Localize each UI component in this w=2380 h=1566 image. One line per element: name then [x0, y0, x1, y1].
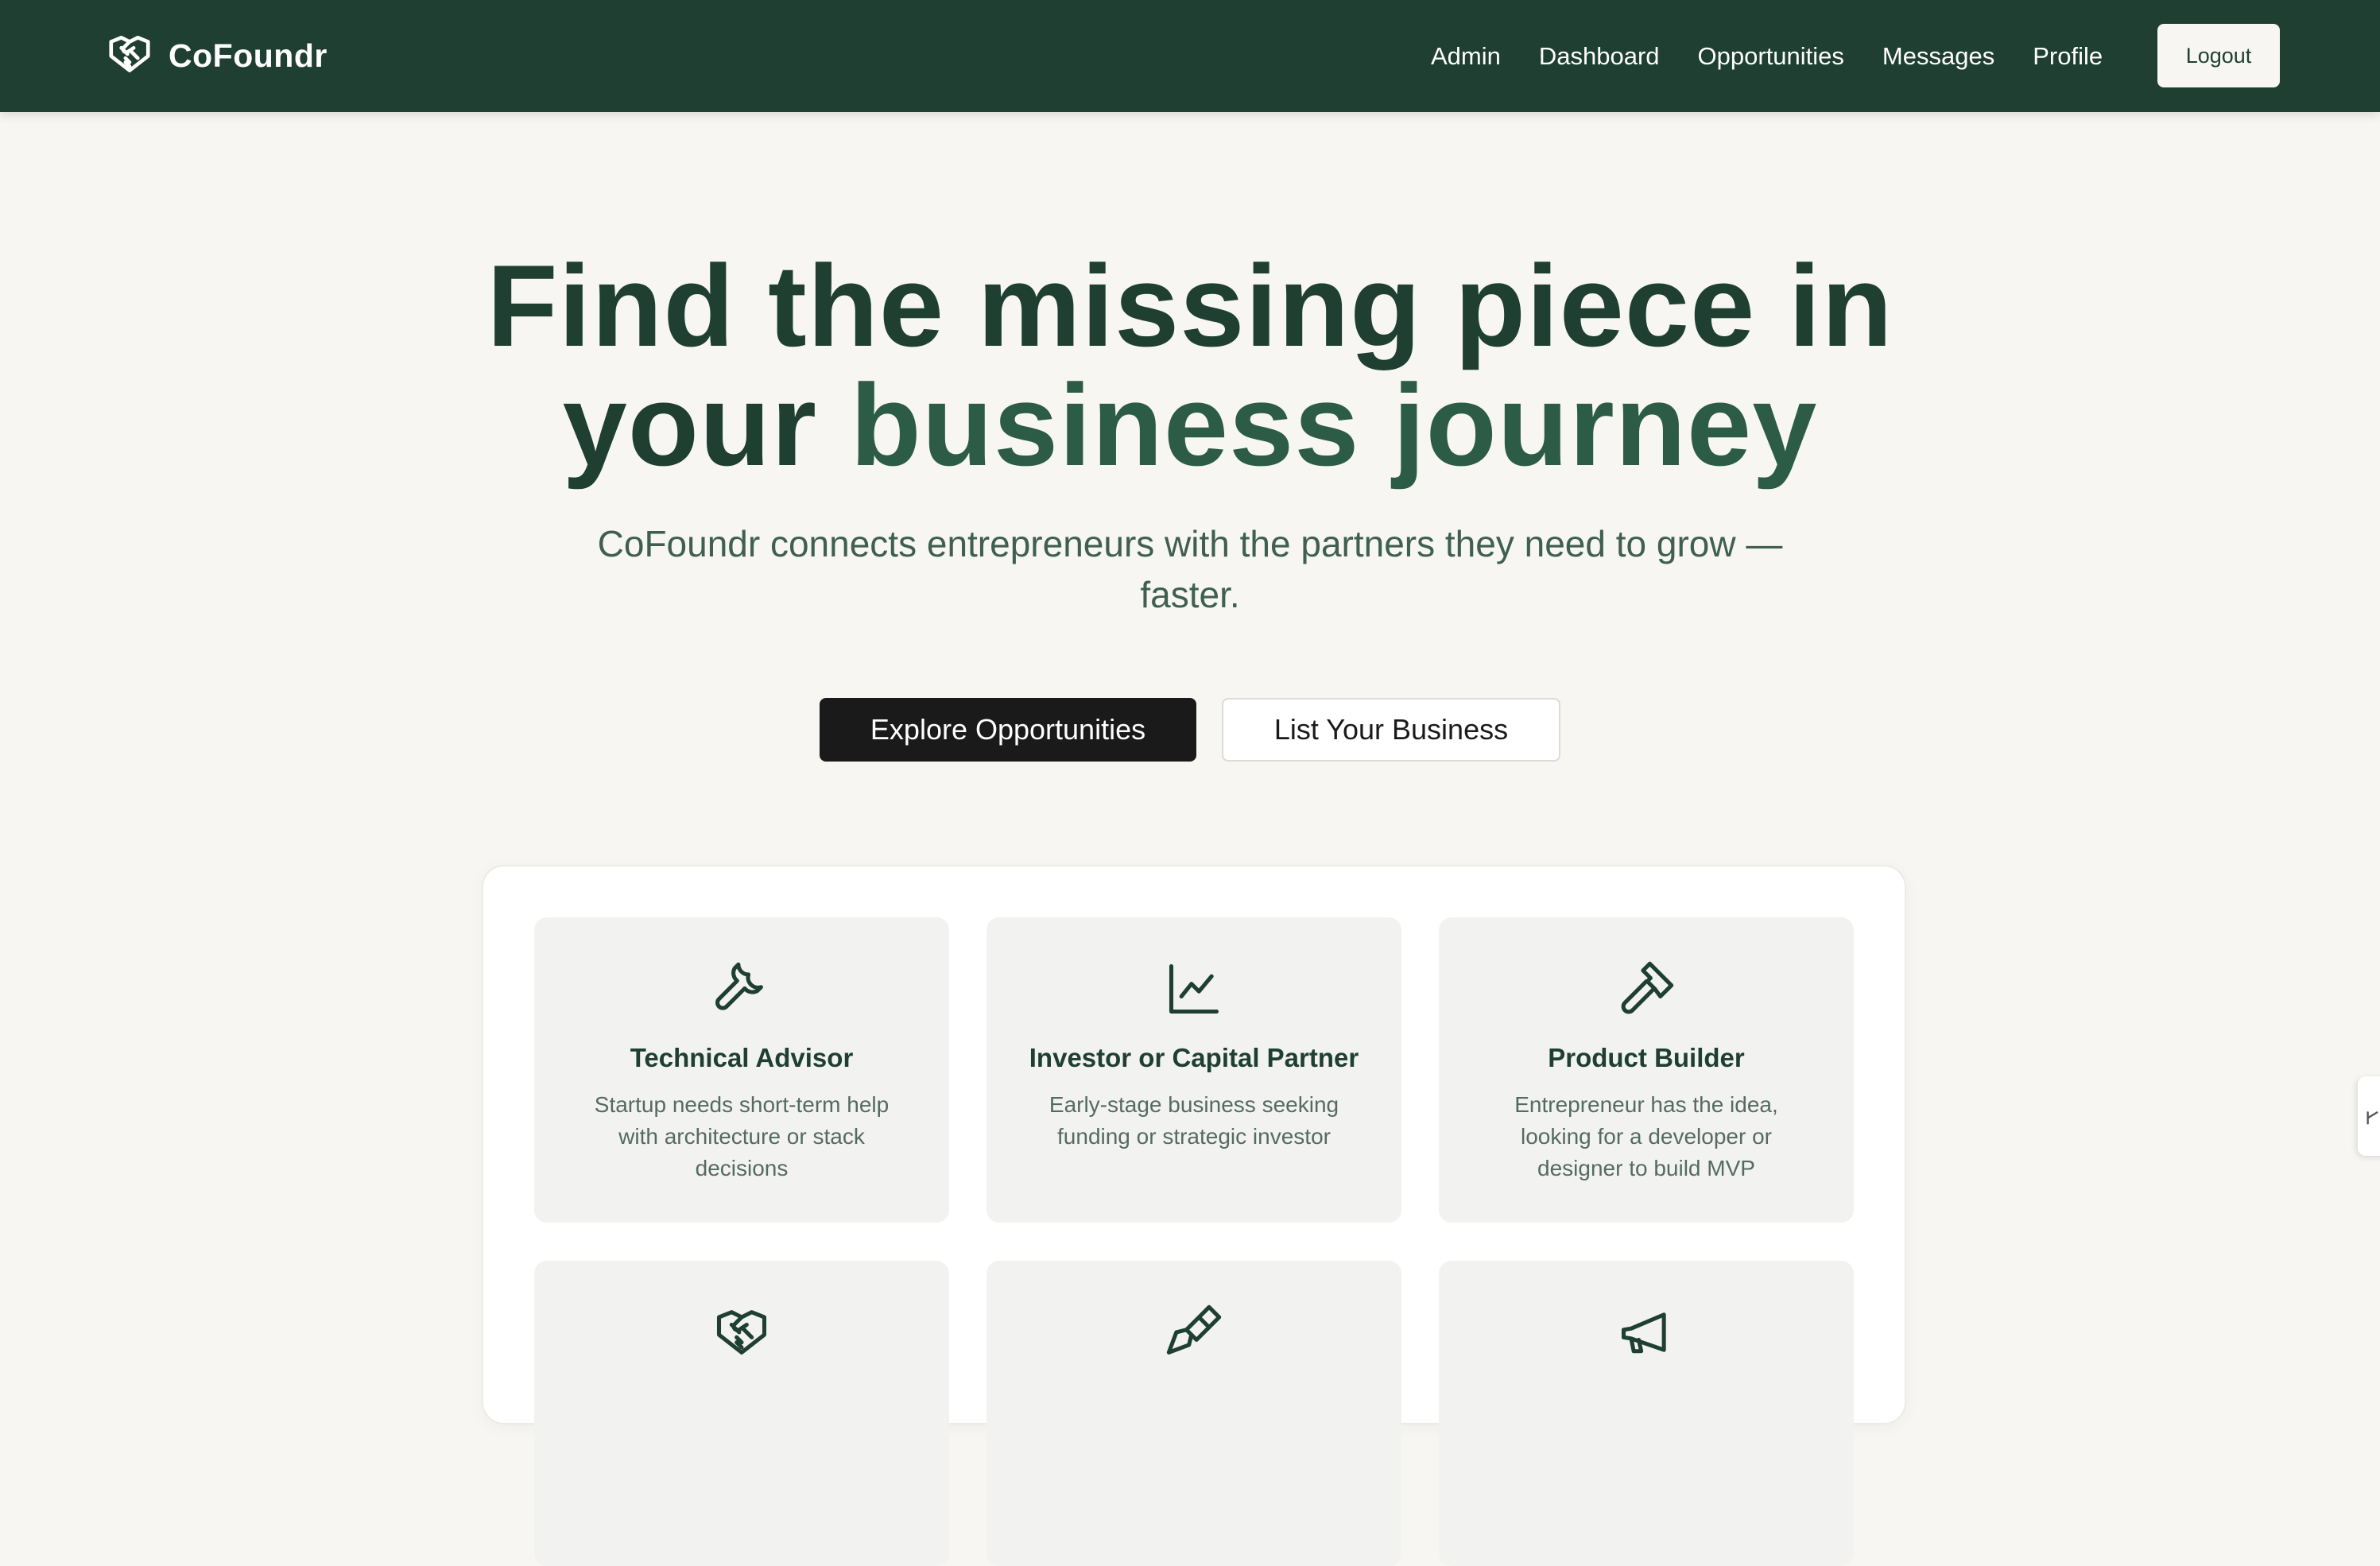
hero-subtitle: CoFoundr connects entrepreneurs with the… [597, 523, 1783, 615]
nav-link-profile[interactable]: Profile [2033, 42, 2103, 71]
paintbrush-icon [1166, 1304, 1222, 1355]
handshake-icon [105, 29, 154, 83]
card-description: Early-stage business seeking funding or … [1049, 1092, 1339, 1149]
category-card-designer[interactable] [986, 1261, 1401, 1566]
hero-title-line2a: your [562, 360, 817, 490]
nav-link-opportunities[interactable]: Opportunities [1698, 42, 1844, 71]
card-title: Technical Advisor [630, 1043, 854, 1072]
card-description: Entrepreneur has the idea, looking for a… [1514, 1092, 1778, 1180]
brand-name: CoFoundr [169, 37, 328, 74]
nav-link-admin[interactable]: Admin [1431, 42, 1501, 71]
category-card-marketing[interactable] [1439, 1261, 1854, 1566]
nav-link-dashboard[interactable]: Dashboard [1539, 42, 1660, 71]
category-card-investor[interactable]: Investor or Capital Partner Early-stage … [986, 917, 1401, 1223]
list-your-business-button[interactable]: List Your Business [1222, 698, 1560, 762]
card-title: Product Builder [1548, 1043, 1745, 1072]
cta-row: Explore Opportunities List Your Business [0, 698, 2380, 762]
nav-link-messages[interactable]: Messages [1882, 42, 1994, 71]
category-card-product-builder[interactable]: Product Builder Entrepreneur has the ide… [1439, 917, 1854, 1223]
chart-line-icon [1169, 963, 1219, 1014]
top-navbar: CoFoundr Admin Dashboard Opportunities M… [0, 0, 2380, 112]
handshake-icon [716, 1310, 767, 1355]
hammer-icon [1621, 961, 1674, 1014]
hero-title: Find the missing piece in your business … [0, 246, 2380, 485]
category-card-partner[interactable] [534, 1261, 949, 1566]
wrench-icon [715, 962, 763, 1010]
hero-title-accent: business journey [850, 360, 1818, 490]
category-card-technical-advisor[interactable]: Technical Advisor Startup needs short-te… [534, 917, 949, 1223]
edit-pen-icon [2366, 1111, 2378, 1125]
side-floating-tab[interactable] [2358, 1076, 2380, 1156]
categories-panel: Technical Advisor Startup needs short-te… [482, 865, 1906, 1566]
card-description: Startup needs short-term help with archi… [594, 1092, 890, 1180]
nav-links: Admin Dashboard Opportunities Messages P… [1431, 0, 2103, 112]
hero-title-line1: Find the missing piece in [486, 241, 1894, 370]
megaphone-icon [1621, 1312, 1666, 1354]
logout-button[interactable]: Logout [2157, 24, 2280, 87]
card-title: Investor or Capital Partner [1029, 1043, 1359, 1072]
explore-opportunities-button[interactable]: Explore Opportunities [820, 698, 1196, 762]
brand-logo[interactable]: CoFoundr [105, 29, 328, 83]
